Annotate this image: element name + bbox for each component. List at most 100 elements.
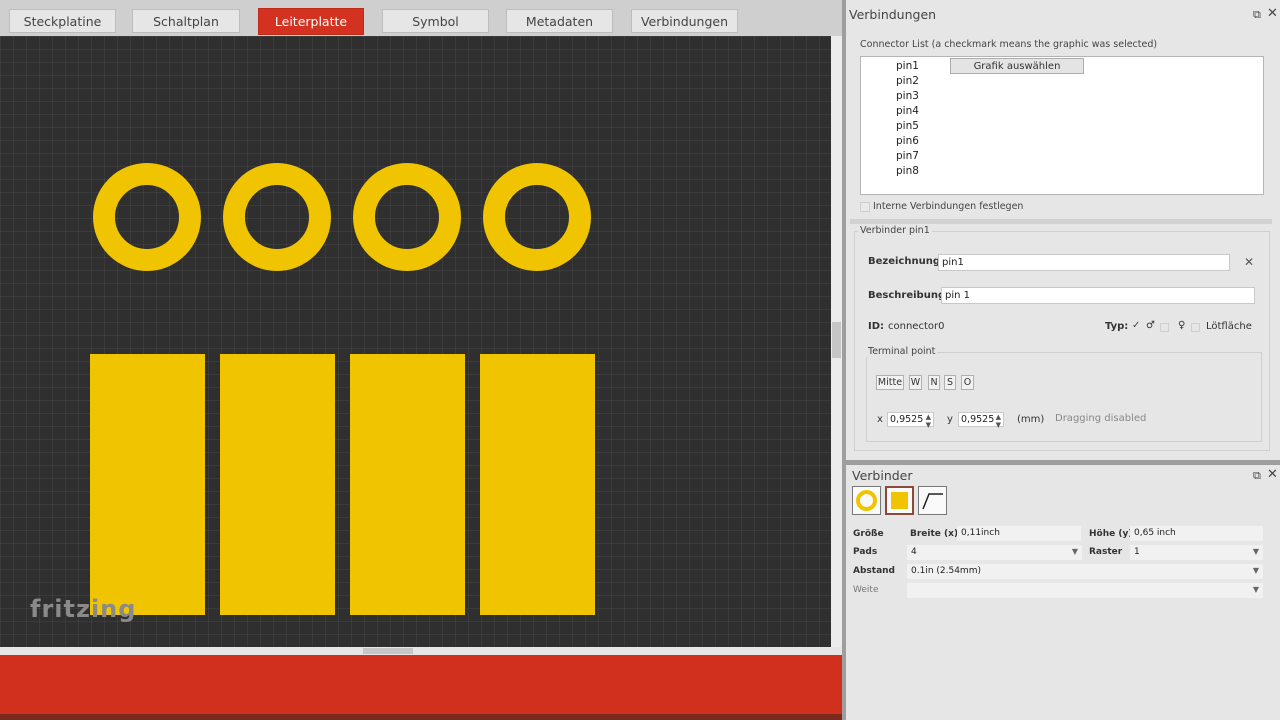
chevron-down-icon: ▼ (1252, 547, 1259, 556)
x-spinbox[interactable]: 0,9525 ▲ ▼ (887, 412, 934, 429)
panel-title: Verbinder (852, 468, 913, 483)
copper-ring-pad[interactable] (353, 163, 461, 271)
tab-symbol[interactable]: Symbol (382, 9, 489, 33)
height-label: Höhe (y) (1089, 529, 1133, 539)
smd-pad[interactable] (90, 354, 205, 615)
close-icon[interactable]: ✕ (1267, 6, 1278, 21)
pcb-canvas[interactable]: fritzing (0, 36, 831, 647)
weite-select[interactable]: ▼ (907, 583, 1263, 598)
section-separator (850, 219, 1272, 224)
description-label: Beschreibung: (868, 290, 950, 301)
list-item-pin1[interactable]: pin1 (896, 60, 919, 72)
spin-arrows-icon[interactable]: ▲ ▼ (996, 413, 1001, 429)
round-pad-shape-button[interactable] (852, 486, 881, 515)
type-female-option[interactable]: ♀ (1178, 320, 1185, 331)
type-pad-option[interactable]: Lötfläche (1206, 321, 1252, 332)
terminal-east-button[interactable]: O (961, 375, 974, 390)
list-item-pin8[interactable]: pin8 (896, 165, 919, 177)
id-value: connector0 (888, 321, 945, 332)
pads-value: 4 (911, 547, 917, 557)
select-graphic-button[interactable]: Grafik auswählen (950, 58, 1084, 74)
smd-pad[interactable] (350, 354, 465, 615)
size-label: Größe (853, 529, 884, 539)
description-field[interactable]: pin 1 (941, 287, 1255, 304)
spacing-label: Abstand (853, 566, 895, 576)
scroll-thumb[interactable] (832, 322, 841, 358)
tab-schaltplan[interactable]: Schaltplan (132, 9, 240, 33)
raster-value: 1 (1134, 547, 1140, 557)
y-label: y (947, 414, 953, 425)
pads-select[interactable]: 4 ▼ (907, 545, 1082, 560)
copper-ring-pad[interactable] (93, 163, 201, 271)
close-icon[interactable]: ✕ (1267, 467, 1278, 482)
type-male-option[interactable]: ♂ (1146, 320, 1155, 331)
tab-leiterplatte[interactable]: Leiterplatte (258, 8, 364, 35)
tab-verbindungen[interactable]: Verbindungen (631, 9, 738, 33)
name-label: Bezeichnung: (868, 256, 944, 267)
terminal-center-button[interactable]: Mitte (876, 375, 904, 390)
list-item-pin2[interactable]: pin2 (896, 75, 919, 87)
bottom-toolbar (0, 655, 842, 714)
connections-panel: Verbindungen ⧉ ✕ Connector List (a check… (846, 0, 1280, 460)
width-field[interactable]: 0,11inch (957, 526, 1081, 541)
terminal-west-button[interactable]: W (909, 375, 922, 390)
copper-ring-pad[interactable] (223, 163, 331, 271)
x-value: 0,9525 (890, 414, 924, 425)
float-icon[interactable]: ⧉ (1253, 469, 1261, 483)
y-spinbox[interactable]: 0,9525 ▲ ▼ (958, 412, 1004, 429)
connector-list-caption: Connector List (a checkmark means the gr… (860, 39, 1158, 50)
list-item-pin4[interactable]: pin4 (896, 105, 919, 117)
trace-icon (922, 493, 943, 510)
raster-select[interactable]: 1 ▼ (1130, 545, 1263, 560)
smd-pad[interactable] (480, 354, 595, 615)
list-item-pin6[interactable]: pin6 (896, 135, 919, 147)
editor-area: Steckplatine Schaltplan Leiterplatte Sym… (0, 0, 842, 720)
clear-icon[interactable]: ✕ (1244, 255, 1254, 269)
scroll-thumb[interactable] (363, 648, 413, 654)
check-icon[interactable]: ✓ (1132, 320, 1140, 331)
smd-pad[interactable] (220, 354, 335, 615)
height-field[interactable]: 0,65 inch (1130, 526, 1263, 541)
terminal-group-title: Terminal point (866, 346, 938, 357)
spacing-select[interactable]: 0.1in (2.54mm) ▼ (907, 564, 1263, 579)
type-label: Typ: (1105, 321, 1129, 332)
chevron-down-icon: ▼ (1252, 585, 1259, 594)
horizontal-scrollbar[interactable] (0, 647, 842, 655)
internal-connections-checkbox[interactable] (860, 202, 870, 212)
drag-note: Dragging disabled (1055, 413, 1147, 424)
unit-label: (mm) (1017, 414, 1045, 425)
rect-pad-icon (891, 492, 908, 509)
rect-pad-shape-button[interactable] (885, 486, 914, 515)
tab-steckplatine[interactable]: Steckplatine (9, 9, 116, 33)
chevron-down-icon: ▼ (1252, 566, 1259, 575)
width-label: Breite (x) (910, 529, 959, 539)
verbinder-panel: Verbinder ⧉ ✕ Größe Breite (x) 0,11inch … (846, 465, 1280, 720)
fritzing-logo: fritzing (30, 595, 137, 623)
terminal-north-button[interactable]: N (928, 375, 940, 390)
list-item-pin5[interactable]: pin5 (896, 120, 919, 132)
type-female-radio[interactable] (1160, 323, 1169, 332)
panel-title: Verbindungen (849, 7, 937, 22)
connector-group-title: Verbinder pin1 (858, 225, 932, 236)
vertical-scrollbar[interactable] (831, 36, 842, 647)
view-tabbar: Steckplatine Schaltplan Leiterplatte Sym… (0, 0, 842, 36)
list-item-pin7[interactable]: pin7 (896, 150, 919, 162)
status-bar (0, 714, 842, 720)
ring-pad-icon (856, 490, 877, 511)
tab-metadaten[interactable]: Metadaten (506, 9, 613, 33)
spacing-value: 0.1in (2.54mm) (911, 566, 981, 576)
list-item-pin3[interactable]: pin3 (896, 90, 919, 102)
terminal-south-button[interactable]: S (944, 375, 956, 390)
x-label: x (877, 414, 883, 425)
y-value: 0,9525 (961, 414, 995, 425)
weite-label: Weite (853, 585, 879, 595)
id-label: ID: (868, 321, 885, 332)
spin-arrows-icon[interactable]: ▲ ▼ (926, 413, 931, 429)
name-field[interactable]: pin1 (938, 254, 1230, 271)
connector-list[interactable]: pin1 pin2 pin3 pin4 pin5 pin6 pin7 pin8 … (860, 56, 1264, 195)
float-icon[interactable]: ⧉ (1253, 8, 1261, 22)
chevron-down-icon: ▼ (1071, 547, 1078, 556)
trace-shape-button[interactable] (918, 486, 947, 515)
copper-ring-pad[interactable] (483, 163, 591, 271)
type-pad-radio[interactable] (1191, 323, 1200, 332)
